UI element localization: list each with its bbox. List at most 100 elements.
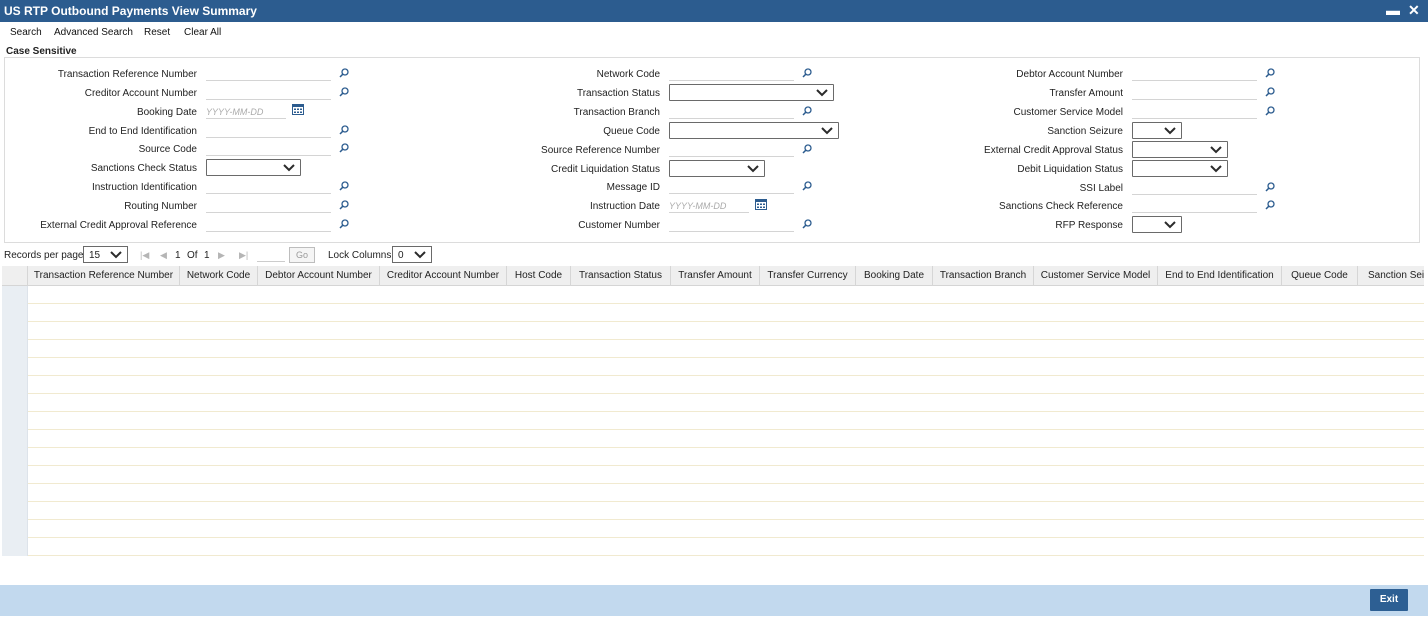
table-row[interactable] — [2, 466, 1424, 484]
table-row[interactable] — [2, 448, 1424, 466]
row-checkbox[interactable] — [2, 430, 28, 448]
table-row[interactable] — [2, 520, 1424, 538]
select-all-column[interactable] — [2, 266, 28, 286]
creditor-account-number-input[interactable] — [206, 86, 331, 100]
routing-number-input[interactable] — [206, 199, 331, 213]
row-checkbox[interactable] — [2, 466, 28, 484]
instruction-date-input[interactable] — [669, 199, 749, 213]
table-row[interactable] — [2, 376, 1424, 394]
table-row[interactable] — [2, 484, 1424, 502]
lookup-icon[interactable] — [802, 181, 812, 191]
external-credit-approval-status-select[interactable] — [1132, 141, 1228, 158]
transaction-reference-number-input[interactable] — [206, 67, 331, 81]
sanctions-check-reference-input[interactable] — [1132, 199, 1257, 213]
table-row[interactable] — [2, 502, 1424, 520]
end-to-end-identification-input[interactable] — [206, 124, 331, 138]
table-row[interactable] — [2, 286, 1424, 304]
row-checkbox[interactable] — [2, 538, 28, 556]
clear-all-button[interactable]: Clear All — [184, 27, 221, 38]
table-row[interactable] — [2, 394, 1424, 412]
exit-button[interactable]: Exit — [1370, 589, 1408, 611]
go-button[interactable]: Go — [289, 247, 315, 263]
transfer-amount-input[interactable] — [1132, 86, 1257, 100]
row-checkbox[interactable] — [2, 484, 28, 502]
booking-date-input[interactable] — [206, 105, 286, 119]
transaction-branch-input[interactable] — [669, 105, 794, 119]
lookup-icon[interactable] — [802, 68, 812, 78]
minimize-icon[interactable]: ▬ — [1386, 2, 1400, 18]
sanctions-check-status-select[interactable] — [206, 159, 301, 176]
lookup-icon[interactable] — [339, 125, 349, 135]
row-checkbox[interactable] — [2, 304, 28, 322]
row-checkbox[interactable] — [2, 286, 28, 304]
rfp-response-select[interactable] — [1132, 216, 1182, 233]
column-header[interactable]: Host Code — [507, 266, 571, 286]
lookup-icon[interactable] — [1265, 182, 1275, 192]
lookup-icon[interactable] — [339, 181, 349, 191]
network-code-input[interactable] — [669, 67, 794, 81]
column-header[interactable]: Transaction Status — [571, 266, 671, 286]
message-id-input[interactable] — [669, 180, 794, 194]
transaction-status-select[interactable] — [669, 84, 834, 101]
previous-page-icon[interactable]: ◀ — [160, 250, 167, 261]
lookup-icon[interactable] — [1265, 200, 1275, 210]
column-header[interactable]: Transaction Branch — [933, 266, 1034, 286]
column-header[interactable]: End to End Identification — [1158, 266, 1282, 286]
customer-number-input[interactable] — [669, 218, 794, 232]
row-checkbox[interactable] — [2, 448, 28, 466]
close-icon[interactable]: ✕ — [1408, 2, 1420, 19]
row-checkbox[interactable] — [2, 358, 28, 376]
source-reference-number-input[interactable] — [669, 143, 794, 157]
lookup-icon[interactable] — [802, 106, 812, 116]
row-checkbox[interactable] — [2, 412, 28, 430]
lookup-icon[interactable] — [1265, 106, 1275, 116]
column-header[interactable]: Network Code — [180, 266, 258, 286]
lock-columns-select[interactable]: 0 — [392, 246, 432, 263]
debtor-account-number-input[interactable] — [1132, 67, 1257, 81]
column-header[interactable]: Queue Code — [1282, 266, 1358, 286]
column-header[interactable]: Customer Service Model — [1034, 266, 1158, 286]
sanction-seizure-select[interactable] — [1132, 122, 1182, 139]
row-checkbox[interactable] — [2, 340, 28, 358]
column-header[interactable]: Creditor Account Number — [380, 266, 507, 286]
table-row[interactable] — [2, 340, 1424, 358]
queue-code-select[interactable] — [669, 122, 839, 139]
column-header[interactable]: Debtor Account Number — [258, 266, 380, 286]
reset-button[interactable]: Reset — [144, 27, 170, 38]
lookup-icon[interactable] — [802, 219, 812, 229]
lookup-icon[interactable] — [1265, 87, 1275, 97]
next-page-icon[interactable]: ▶ — [218, 250, 225, 261]
calendar-icon[interactable] — [755, 199, 767, 210]
source-code-input[interactable] — [206, 142, 331, 156]
calendar-icon[interactable] — [292, 104, 304, 115]
ssi-label-input[interactable] — [1132, 181, 1257, 195]
table-row[interactable] — [2, 538, 1424, 556]
column-header[interactable]: Sanction Sei — [1358, 266, 1424, 286]
customer-service-model-input[interactable] — [1132, 105, 1257, 119]
lookup-icon[interactable] — [339, 68, 349, 78]
lookup-icon[interactable] — [1265, 68, 1275, 78]
table-row[interactable] — [2, 304, 1424, 322]
column-header[interactable]: Transaction Reference Number — [28, 266, 180, 286]
lookup-icon[interactable] — [339, 143, 349, 153]
table-row[interactable] — [2, 322, 1424, 340]
lookup-icon[interactable] — [339, 200, 349, 210]
records-per-page-select[interactable]: 15 — [83, 246, 128, 263]
search-button[interactable]: Search — [10, 27, 42, 38]
lookup-icon[interactable] — [339, 87, 349, 97]
table-row[interactable] — [2, 412, 1424, 430]
table-row[interactable] — [2, 358, 1424, 376]
credit-liquidation-status-select[interactable] — [669, 160, 765, 177]
page-number-input[interactable] — [257, 248, 285, 262]
lookup-icon[interactable] — [802, 144, 812, 154]
row-checkbox[interactable] — [2, 520, 28, 538]
advanced-search-button[interactable]: Advanced Search — [54, 27, 133, 38]
column-header[interactable]: Booking Date — [856, 266, 933, 286]
table-row[interactable] — [2, 430, 1424, 448]
instruction-identification-input[interactable] — [206, 180, 331, 194]
row-checkbox[interactable] — [2, 322, 28, 340]
column-header[interactable]: Transfer Currency — [760, 266, 856, 286]
row-checkbox[interactable] — [2, 394, 28, 412]
debit-liquidation-status-select[interactable] — [1132, 160, 1228, 177]
last-page-icon[interactable]: ▶| — [239, 250, 248, 261]
